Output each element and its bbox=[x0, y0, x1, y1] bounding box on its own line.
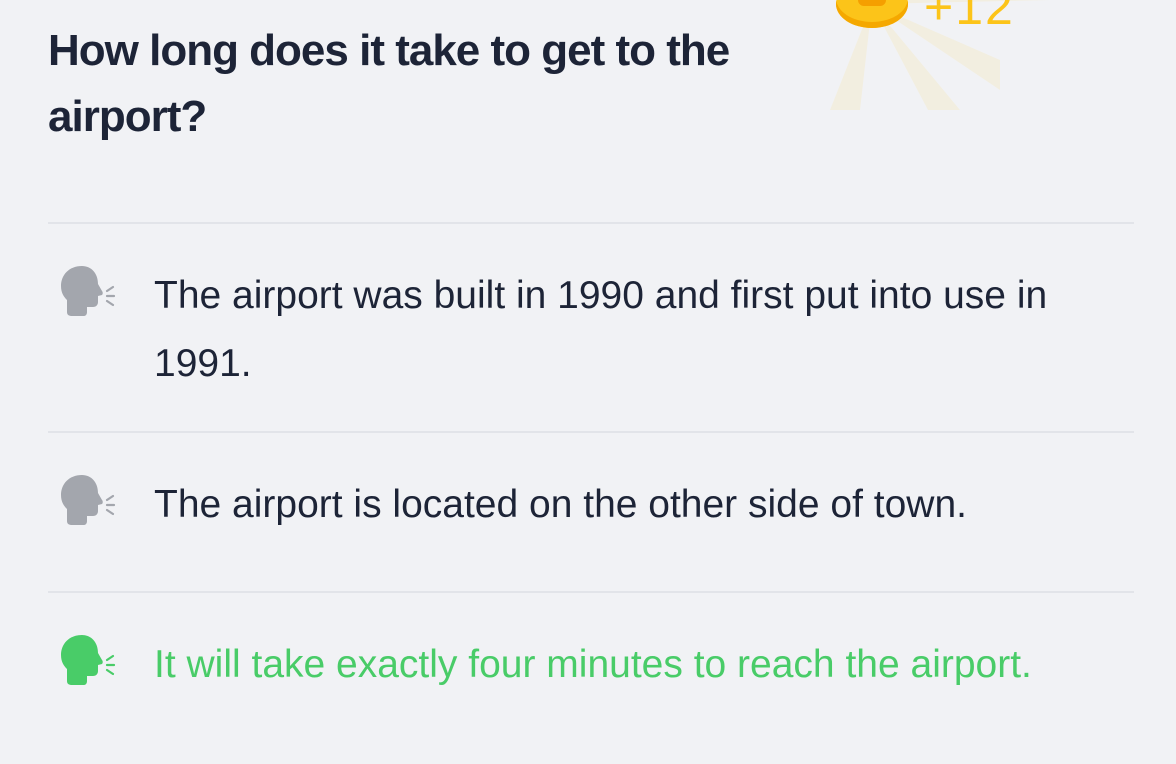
speaking-head-icon bbox=[61, 266, 116, 316]
divider bbox=[48, 222, 1134, 224]
divider bbox=[48, 591, 1134, 593]
sunburst-rays bbox=[830, 0, 1050, 110]
answer-option-text: The airport is located on the other side… bbox=[154, 483, 967, 526]
coin-icon bbox=[836, 0, 908, 28]
divider bbox=[48, 431, 1134, 433]
coin-reward-burst: +12 bbox=[800, 0, 1120, 110]
speaking-head-icon bbox=[61, 475, 116, 525]
reward-amount: +12 bbox=[924, 0, 1015, 35]
answer-option-text: The airport was built in 1990 and first … bbox=[154, 274, 1048, 385]
question-title: How long does it take to get to the airp… bbox=[48, 26, 730, 141]
speaking-head-icon bbox=[61, 635, 116, 685]
answer-option-text: It will take exactly four minutes to rea… bbox=[154, 643, 1032, 686]
